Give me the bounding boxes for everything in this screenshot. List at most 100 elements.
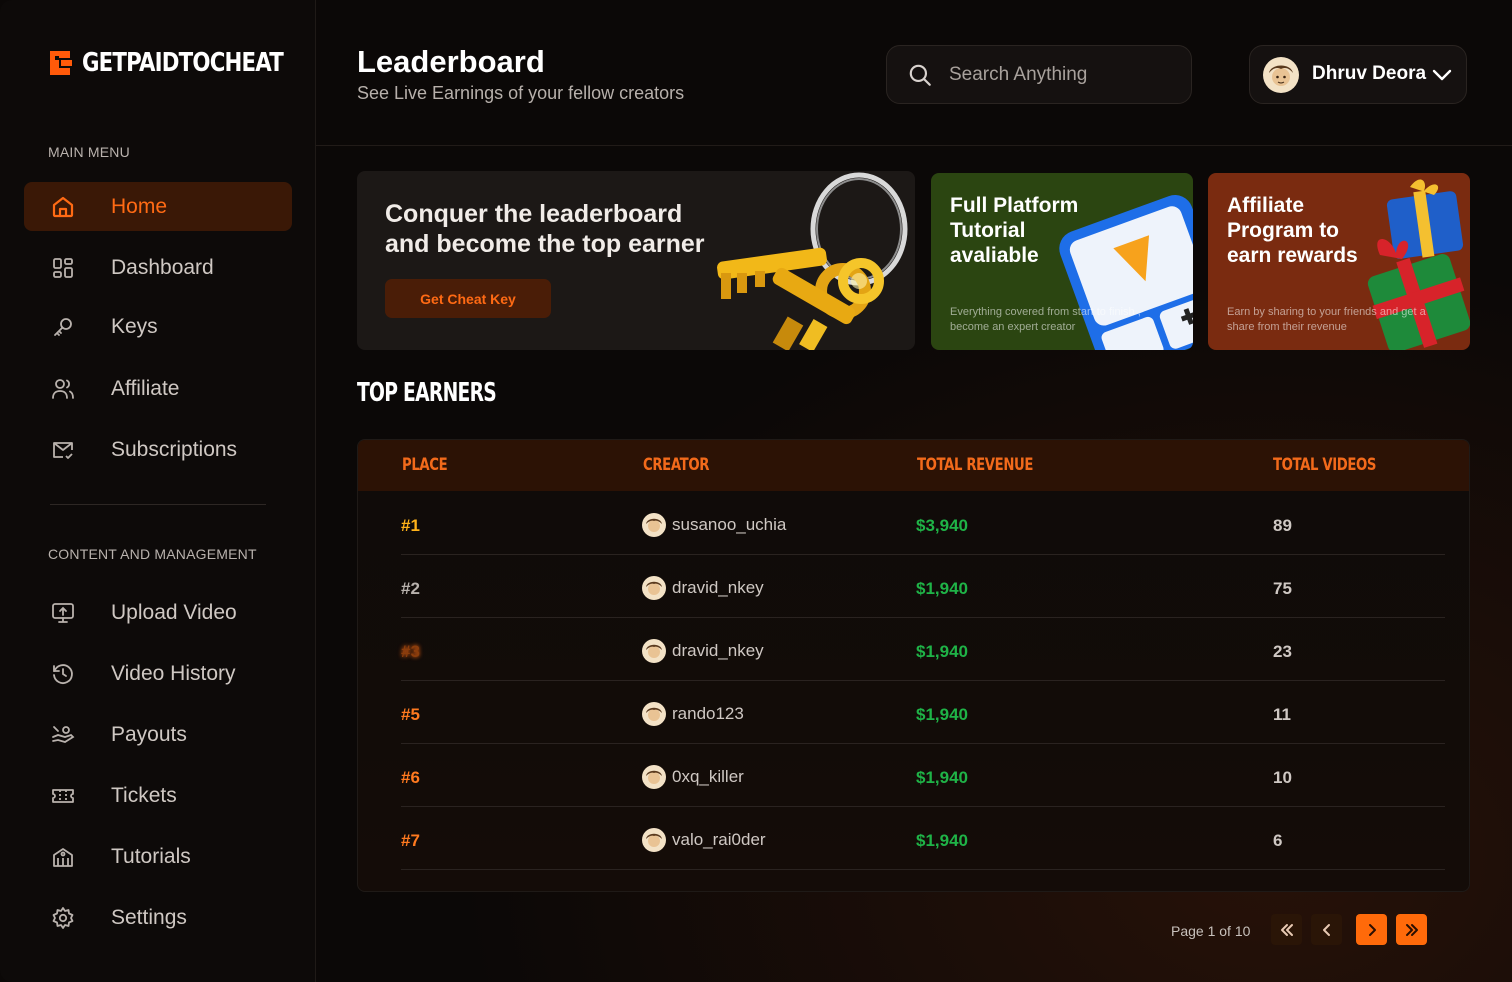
tutorial-banner-title: Full Platform Tutorial avaliable: [950, 194, 1079, 267]
column-header-total-videos[interactable]: TOTAL VIDEOS: [1273, 455, 1376, 475]
creator-cell: dravid_nkey: [642, 576, 764, 600]
videos-cell: 11: [1273, 705, 1291, 724]
sidebar-item-label: Dashboard: [111, 255, 214, 279]
history-icon: [50, 661, 76, 687]
column-header-creator[interactable]: CREATOR: [643, 455, 709, 475]
leaderboard-table: PLACE CREATOR TOTAL REVENUE TOTAL VIDEOS…: [357, 439, 1470, 892]
sidebar-item-video-history[interactable]: Video History: [24, 649, 292, 698]
creator-cell: dravid_nkey: [642, 639, 764, 663]
first-page-button[interactable]: [1271, 914, 1302, 945]
creator-cell: valo_rai0der: [642, 828, 766, 852]
user-name: Dhruv Deora: [1312, 63, 1427, 84]
users-icon: [50, 376, 76, 402]
get-cheat-key-button[interactable]: Get Cheat Key: [385, 279, 551, 318]
revenue-cell: $1,940: [916, 705, 968, 724]
affiliate-banner-description: Earn by sharing to your friends and get …: [1227, 306, 1426, 333]
column-header-place[interactable]: PLACE: [402, 455, 448, 475]
affiliate-banner-title: Affiliate Program to earn rewards: [1227, 194, 1358, 267]
avatar: [642, 576, 666, 600]
header-divider: [316, 145, 1512, 146]
table-row[interactable]: #7 valo_rai0der $1,940 6: [401, 807, 1445, 870]
chevron-left-icon: [1322, 923, 1330, 936]
sidebar-item-upload-video[interactable]: Upload Video: [24, 588, 292, 637]
sidebar-item-home[interactable]: Home: [24, 182, 292, 231]
affiliate-banner[interactable]: Affiliate Program to earn rewards Earn b…: [1208, 173, 1470, 350]
previous-page-button[interactable]: [1311, 914, 1342, 945]
videos-cell: 6: [1273, 831, 1283, 850]
golden-keys-illustration: [717, 172, 908, 350]
sidebar-item-label: Keys: [111, 314, 158, 338]
place-cell: #6: [401, 768, 420, 787]
creator-cell: 0xq_killer: [642, 765, 744, 789]
sidebar-item-dashboard[interactable]: Dashboard: [24, 243, 292, 292]
chevrons-right-icon: [1405, 923, 1418, 936]
brand-logo-icon: [50, 51, 72, 75]
brand-name: GETPAIDTOCHEAT: [82, 48, 284, 78]
sidebar-item-payouts[interactable]: Payouts: [24, 710, 292, 759]
place-cell: #2: [401, 579, 420, 598]
avatar: [642, 639, 666, 663]
content-management-label: CONTENT AND MANAGEMENT: [48, 546, 257, 562]
key-icon: [50, 314, 76, 340]
upload-monitor-icon: [50, 600, 76, 626]
sidebar-item-label: Video History: [111, 661, 236, 685]
cheat-key-banner: Conquer the leaderboard and become the t…: [357, 171, 915, 350]
place-cell: #1: [401, 516, 420, 535]
sidebar-item-label: Tickets: [111, 783, 177, 807]
last-page-button[interactable]: [1396, 914, 1427, 945]
chevrons-left-icon: [1280, 923, 1293, 936]
tutorial-banner-description: Everything covered from start to finish …: [950, 306, 1141, 333]
place-cell: #7: [401, 831, 420, 850]
sidebar-item-keys[interactable]: Keys: [24, 302, 292, 351]
revenue-cell: $1,940: [916, 579, 968, 598]
creator-name: susanoo_uchia: [672, 515, 787, 534]
next-page-button[interactable]: [1356, 914, 1387, 945]
sidebar-item-label: Settings: [111, 905, 187, 929]
tutorial-banner[interactable]: Full Platform Tutorial avaliable Everyth…: [931, 173, 1193, 350]
avatar: [642, 513, 666, 537]
ticket-icon: [50, 783, 76, 809]
creator-name: dravid_nkey: [672, 578, 764, 597]
sidebar-item-tickets[interactable]: Tickets: [24, 771, 292, 820]
search-icon: [909, 64, 931, 86]
dashboard-icon: [50, 255, 76, 281]
avatar: [642, 765, 666, 789]
user-menu-button[interactable]: Dhruv Deora: [1249, 45, 1467, 104]
gear-icon: [50, 905, 76, 931]
mail-check-icon: [50, 437, 76, 463]
chevron-down-icon: [1432, 69, 1452, 81]
videos-cell: 89: [1273, 516, 1292, 535]
revenue-cell: $1,940: [916, 768, 968, 787]
table-row[interactable]: #2 dravid_nkey $1,940 75: [401, 555, 1445, 618]
payout-icon: [50, 722, 76, 748]
table-row[interactable]: #5 rando123 $1,940 11: [401, 681, 1445, 744]
sidebar-item-label: Home: [111, 194, 168, 218]
sidebar-item-tutorials[interactable]: Tutorials: [24, 832, 292, 881]
page-subtitle: See Live Earnings of your fellow creator…: [357, 83, 685, 103]
sidebar-item-label: Payouts: [111, 722, 187, 746]
sidebar-item-subscriptions[interactable]: Subscriptions: [24, 425, 292, 474]
table-row[interactable]: #6 0xq_killer $1,940 10: [401, 744, 1445, 807]
videos-cell: 10: [1273, 768, 1292, 787]
avatar: [1263, 57, 1299, 93]
table-row[interactable]: #1 susanoo_uchia $3,940 89: [401, 492, 1445, 555]
avatar: [642, 828, 666, 852]
sidebar-item-settings[interactable]: Settings: [24, 893, 292, 942]
page-title: Leaderboard: [357, 44, 545, 79]
place-cell: #3: [401, 642, 420, 661]
table-row[interactable]: #3 dravid_nkey $1,940 23: [401, 618, 1445, 681]
revenue-cell: $1,940: [916, 642, 968, 661]
search-box[interactable]: [886, 45, 1192, 104]
top-earners-title: TOP EARNERS: [357, 378, 497, 408]
page-indicator: Page 1 of 10: [1171, 923, 1251, 939]
column-header-total-revenue[interactable]: TOTAL REVENUE: [917, 455, 1033, 475]
sidebar-item-label: Tutorials: [111, 844, 191, 868]
brand[interactable]: GETPAIDTOCHEAT: [46, 48, 327, 78]
sidebar-divider: [50, 504, 266, 505]
sidebar-item-affiliate[interactable]: Affiliate: [24, 364, 292, 413]
creator-name: rando123: [672, 704, 744, 723]
tutorial-icon: [50, 844, 76, 870]
creator-cell: susanoo_uchia: [642, 513, 786, 537]
search-input[interactable]: [949, 60, 1169, 90]
videos-cell: 23: [1273, 642, 1292, 661]
